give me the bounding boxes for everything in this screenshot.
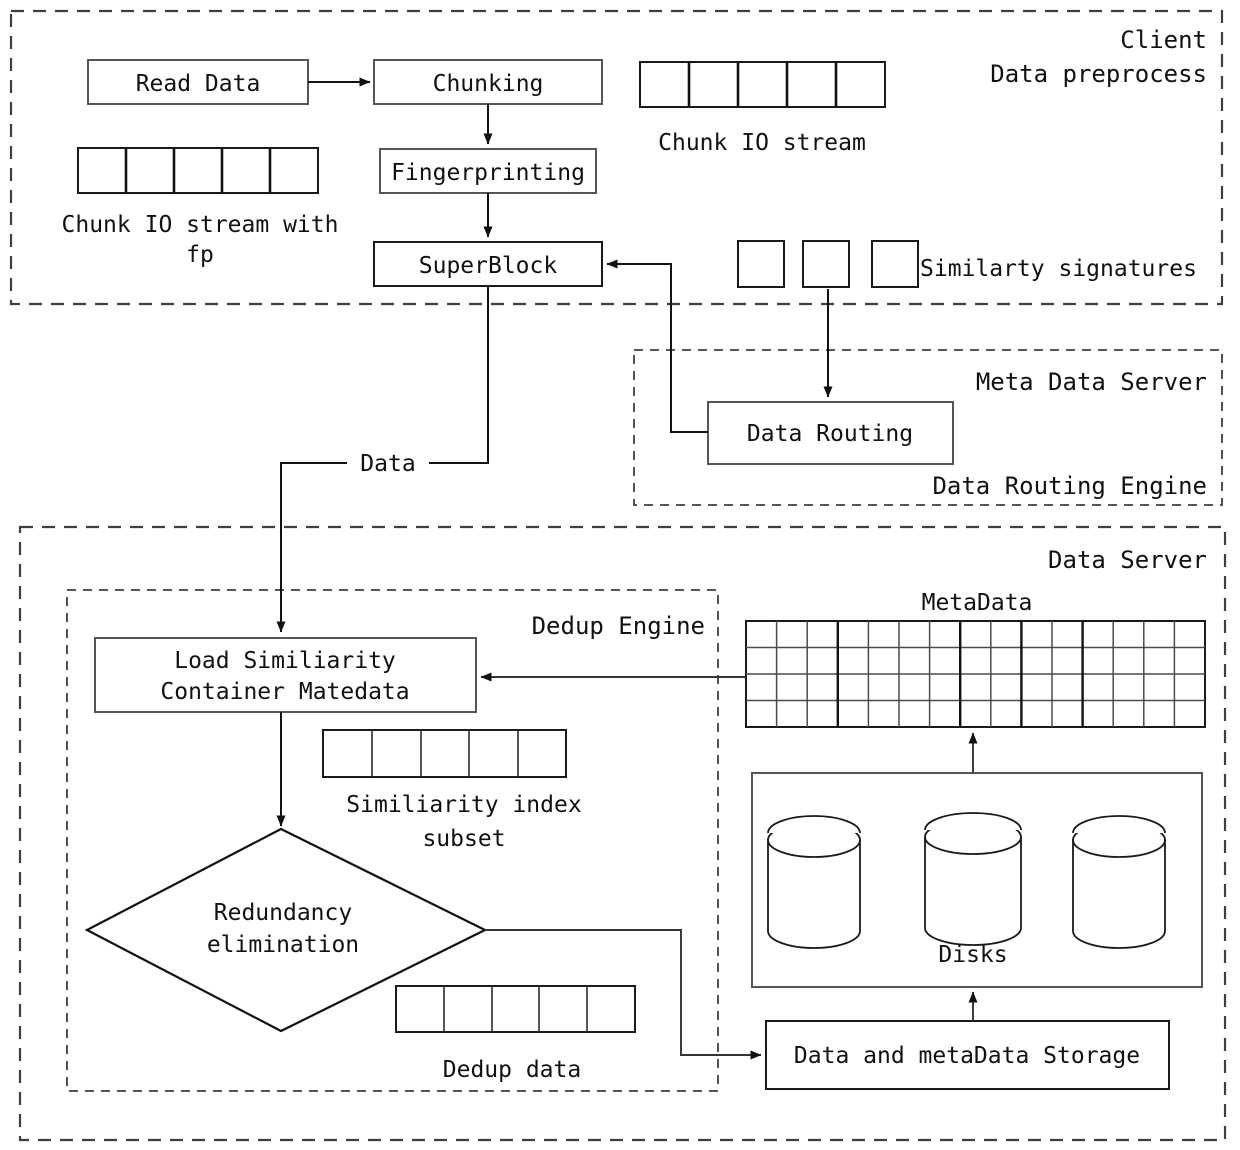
dedup-data-label: Dedup data bbox=[443, 1057, 581, 1083]
similarty-signatures-graphic bbox=[737, 240, 919, 288]
node-data-routing[interactable]: Data Routing bbox=[707, 401, 954, 465]
similarty-signatures-label: Similarty signatures bbox=[920, 256, 1197, 282]
read-data-label: Read Data bbox=[136, 71, 261, 97]
architecture-diagram: Client Data preprocess Read Data Chunkin… bbox=[9, 9, 1227, 1142]
fingerprinting-label: Fingerprinting bbox=[391, 160, 585, 186]
dedup-engine-title: Dedup Engine bbox=[532, 612, 705, 640]
similarty-signature-block bbox=[737, 240, 785, 288]
dedup-data-graphic bbox=[395, 985, 636, 1033]
node-superblock[interactable]: SuperBlock bbox=[373, 241, 603, 287]
edge-data-routing-to-superblock bbox=[606, 259, 708, 433]
chunk-io-stream-label: Chunk IO stream bbox=[658, 130, 866, 156]
data-server-title: Data Server bbox=[1048, 546, 1207, 574]
node-read-data[interactable]: Read Data bbox=[87, 59, 309, 105]
data-routing-label: Data Routing bbox=[747, 421, 913, 447]
chunk-io-cells bbox=[639, 61, 886, 108]
data-and-metadata-storage-label: Data and metaData Storage bbox=[794, 1043, 1140, 1069]
disk-cylinder bbox=[924, 812, 1022, 946]
node-chunking[interactable]: Chunking bbox=[373, 59, 603, 105]
similarty-signature-block bbox=[802, 240, 850, 288]
similarty-signature-block bbox=[871, 240, 919, 288]
load-similiarity-label-line1: Load Similiarity bbox=[174, 648, 396, 674]
client-title-line2: Data preprocess bbox=[990, 60, 1207, 88]
node-fingerprinting[interactable]: Fingerprinting bbox=[379, 148, 597, 194]
node-load-similiarity-container-matedata[interactable]: Load Similiarity Container Matedata bbox=[94, 637, 477, 713]
similiarity-index-subset-graphic bbox=[322, 729, 567, 778]
chunk-io-stream-fp-label-line1: Chunk IO stream with bbox=[62, 212, 339, 238]
dedup-data-cells bbox=[395, 985, 636, 1033]
disks-group: Disks bbox=[751, 772, 1203, 988]
diagram-canvas: Client Data preprocess Read Data Chunkin… bbox=[0, 0, 1240, 1150]
metadata-grid bbox=[745, 620, 1206, 728]
chunk-io-stream-fp-label-line2: fp bbox=[186, 242, 214, 268]
similiarity-index-subset-label-line2: subset bbox=[422, 826, 505, 852]
superblock-label: SuperBlock bbox=[419, 253, 558, 279]
chunking-label: Chunking bbox=[433, 71, 544, 97]
disk-cylinder bbox=[1072, 815, 1166, 949]
similiarity-index-subset-cells bbox=[322, 729, 567, 778]
node-data-and-metadata-storage[interactable]: Data and metaData Storage bbox=[765, 1020, 1170, 1090]
chunk-io-stream-with-fp-graphic bbox=[77, 147, 319, 194]
redundancy-elimination-label-line2: elimination bbox=[207, 932, 359, 958]
disks-label: Disks bbox=[938, 942, 1007, 968]
chunk-io-stream-graphic bbox=[639, 61, 886, 108]
meta-data-server-title: Meta Data Server bbox=[976, 368, 1207, 396]
disk-cylinder bbox=[767, 815, 861, 949]
data-edge-label: Data bbox=[360, 451, 415, 477]
load-similiarity-label-line2: Container Matedata bbox=[160, 679, 409, 705]
metadata-label: MetaData bbox=[922, 590, 1033, 616]
redundancy-elimination-label-line1: Redundancy bbox=[214, 900, 352, 926]
client-title-line1: Client bbox=[1120, 26, 1207, 54]
similiarity-index-subset-label-line1: Similiarity index bbox=[346, 792, 581, 818]
data-routing-engine-title: Data Routing Engine bbox=[932, 472, 1207, 500]
chunk-io-fp-cells bbox=[77, 147, 319, 194]
